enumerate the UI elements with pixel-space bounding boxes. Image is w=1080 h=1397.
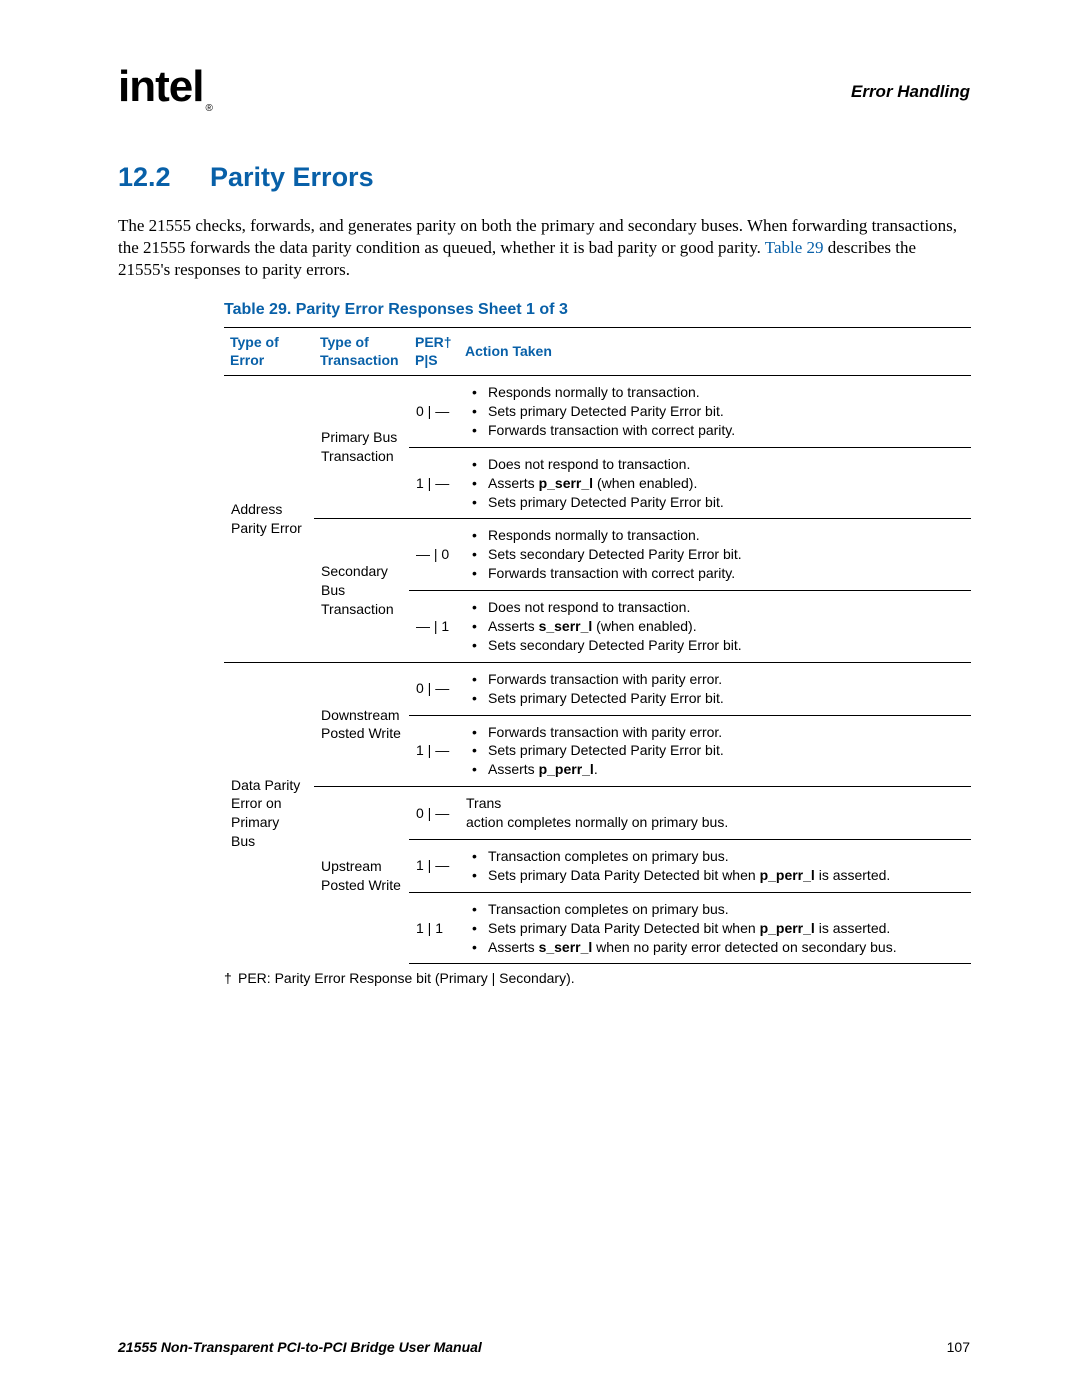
cell-per: 1 | — [409,447,459,519]
cell-per: 0 | — [409,662,459,715]
cell-per: — | 1 [409,591,459,663]
table-link[interactable]: Table 29 [765,238,824,257]
cell-transaction: Downstream Posted Write [314,662,409,786]
table-row: Address Parity Error Primary Bus Transac… [224,376,971,448]
intel-logo: intel® [118,62,212,114]
cell-per: 1 | — [409,715,459,787]
th-per: PER† P|S [409,328,459,376]
cell-transaction: Secondary Bus Transaction [314,519,409,662]
table-footnote: †PER: Parity Error Response bit (Primary… [224,970,970,986]
cell-transaction: Upstream Posted Write [314,787,409,964]
table-body: Address Parity Error Primary Bus Transac… [224,376,971,964]
cell-actions: Forwards transaction with parity error. … [459,662,971,715]
intro-paragraph: The 21555 checks, forwards, and generate… [118,215,970,281]
cell-per: — | 0 [409,519,459,591]
th-type-transaction: Type of Transaction [314,328,409,376]
th-type-error: Type of Error [224,328,314,376]
logo-text: intel [118,62,203,111]
cell-actions: Does not respond to transaction. Asserts… [459,591,971,663]
cell-error: Address Parity Error [224,376,314,663]
cell-actions: Trans action completes normally on prima… [459,787,971,840]
dagger-symbol: † [224,970,238,986]
cell-actions: Responds normally to transaction. Sets s… [459,519,971,591]
section-number: 12.2 [118,162,210,193]
logo-registered: ® [205,103,211,114]
footer-title: 21555 Non-Transparent PCI-to-PCI Bridge … [118,1339,482,1355]
section-title: Parity Errors [210,162,374,192]
table-row: Secondary Bus Transaction — | 0 Responds… [224,519,971,591]
section-heading: 12.2Parity Errors [118,162,970,193]
page-section-label: Error Handling [851,82,970,102]
cell-actions: Forwards transaction with parity error. … [459,715,971,787]
table-caption: Table 29. Parity Error Responses Sheet 1… [224,301,970,319]
table-row: Data Parity Error on Primary Bus Downstr… [224,662,971,715]
parity-error-table: Type of Error Type of Transaction PER† P… [224,327,971,964]
cell-actions: Transaction completes on primary bus. Se… [459,840,971,893]
cell-per: 0 | — [409,787,459,840]
cell-per: 1 | — [409,840,459,893]
footnote-text: PER: Parity Error Response bit (Primary … [238,970,575,986]
cell-error: Data Parity Error on Primary Bus [224,662,314,964]
cell-actions: Transaction completes on primary bus. Se… [459,892,971,964]
table-row: Upstream Posted Write 0 | — Trans action… [224,787,971,840]
table-header-row: Type of Error Type of Transaction PER† P… [224,328,971,376]
cell-transaction: Primary Bus Transaction [314,376,409,519]
th-action: Action Taken [459,328,971,376]
cell-per: 0 | — [409,376,459,448]
cell-per: 1 | 1 [409,892,459,964]
page-header: intel® Error Handling [118,62,970,114]
cell-actions: Does not respond to transaction. Asserts… [459,447,971,519]
page-footer: 21555 Non-Transparent PCI-to-PCI Bridge … [118,1339,970,1355]
cell-actions: Responds normally to transaction. Sets p… [459,376,971,448]
page-number: 107 [947,1339,970,1355]
